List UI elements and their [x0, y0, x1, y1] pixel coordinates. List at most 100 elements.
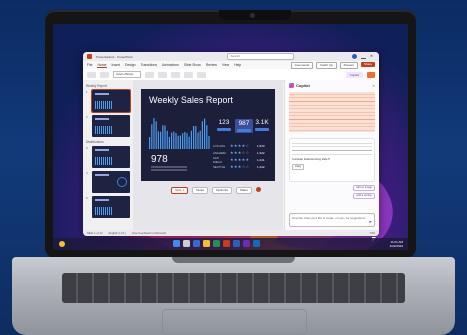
stat-value: 987 — [238, 120, 250, 127]
teams-icon[interactable] — [243, 240, 250, 247]
align-icon[interactable] — [158, 71, 167, 78]
stat-3: 3.1K — [255, 119, 269, 131]
slide-title[interactable]: Weekly Sales Report — [149, 95, 233, 105]
avatar[interactable] — [352, 54, 357, 59]
suggestion-list: Add an image Add a section — [289, 185, 375, 199]
thumbnail[interactable]: 4 — [86, 171, 130, 193]
search-icon[interactable] — [183, 240, 190, 247]
feedback-link[interactable]: Give Feedback to Microsoft — [132, 230, 166, 236]
slide-chart-bar — [166, 130, 168, 149]
stat-pill — [237, 129, 251, 132]
search-input[interactable]: Search — [226, 53, 294, 60]
slide[interactable]: Weekly Sales Report 978 123 987 3.1K LOS… — [141, 89, 275, 181]
present-button[interactable]: Present — [339, 61, 358, 69]
menu-animations[interactable]: Animations — [162, 63, 179, 67]
slide-chart-bar — [155, 121, 157, 149]
share-button[interactable]: Share — [360, 61, 375, 67]
copilot-icon — [289, 83, 294, 88]
slide-chart-bar — [204, 118, 206, 149]
word-icon[interactable] — [233, 240, 240, 247]
comments-button[interactable]: Comments — [290, 61, 314, 69]
thumbnail[interactable]: 5 — [86, 196, 130, 218]
bold-icon[interactable] — [145, 71, 154, 78]
copilot-ribbon-button[interactable]: Copilot — [345, 71, 363, 78]
excel-icon[interactable] — [213, 240, 220, 247]
region-table: LOS ANG ★★★★☆ 1,543 ANAHEIM ★★★☆☆ 1,332 SAN … — [213, 142, 269, 170]
slide-button[interactable]: Slide 1 — [171, 187, 189, 194]
slide-chart-bar — [197, 132, 199, 149]
record-icon[interactable] — [255, 187, 261, 192]
thumb-number: 3 — [86, 146, 88, 150]
zoom-level[interactable]: 74% — [369, 230, 375, 236]
menu-slideshow[interactable]: Slide Show — [184, 63, 201, 67]
rating-stars: ★★★★☆ — [230, 143, 250, 148]
menu-review[interactable]: Review — [206, 63, 217, 67]
taskbar-apps — [173, 240, 260, 247]
webcam-bar — [219, 10, 291, 20]
copy-button[interactable]: Copy — [292, 164, 305, 170]
menu-view[interactable]: View — [222, 63, 229, 67]
slide-chart-bar — [199, 130, 201, 149]
slide-chart-bar — [151, 124, 153, 149]
arrange-icon[interactable] — [184, 71, 193, 78]
section-header[interactable]: Distributions — [86, 140, 130, 144]
menu-insert[interactable]: Insert — [112, 63, 120, 67]
thumbnail[interactable]: 3 — [86, 146, 130, 168]
weather-icon[interactable] — [59, 241, 65, 247]
suggestion-chip[interactable]: Add an image — [352, 185, 375, 191]
edge-icon[interactable] — [193, 240, 200, 247]
slide-chart-bar — [179, 135, 181, 149]
powerpoint-icon — [87, 54, 92, 59]
menu-file[interactable]: File — [87, 63, 92, 67]
table-row: LOS ANG ★★★★☆ 1,543 — [213, 142, 269, 149]
notes-button[interactable]: Notes — [192, 187, 209, 194]
copilot-input[interactable]: Describe what you'd like to create, or t… — [289, 213, 375, 227]
folder-icon[interactable] — [203, 240, 210, 247]
optimize-button[interactable]: Optimize — [212, 187, 232, 194]
close-icon[interactable]: ✕ — [370, 54, 375, 58]
slide-chart-bar — [157, 131, 159, 149]
shapes-icon[interactable] — [171, 71, 180, 78]
slide-chart-bar — [149, 137, 151, 149]
menu-help[interactable]: Help — [234, 63, 241, 67]
system-tray[interactable]: 11:01 AM 4/22/2024 — [390, 240, 403, 248]
catch-up-button[interactable]: Catch Up — [316, 61, 337, 69]
share-slide-button[interactable]: Share — [235, 187, 252, 194]
suggestion-chip[interactable]: Add a section — [353, 193, 375, 199]
record-button[interactable] — [367, 71, 375, 78]
start-icon[interactable] — [173, 240, 180, 247]
thumb-image[interactable] — [91, 89, 131, 113]
menu-design[interactable]: Design — [125, 63, 136, 67]
slide-chart-bar — [195, 126, 197, 149]
thumbnail[interactable]: 1 — [86, 89, 131, 113]
slide-count: Slide 1 of 12 — [87, 231, 103, 235]
slide-chart-bar — [184, 131, 186, 149]
powerpoint-taskbar-icon[interactable] — [223, 240, 230, 247]
title-bar: Presentation1 - PowerPoint Search ✕ — [83, 52, 379, 61]
new-slide-icon[interactable] — [100, 71, 109, 78]
send-icon[interactable]: ➤ — [369, 219, 372, 224]
thumbnail[interactable]: 2 — [86, 115, 130, 137]
minimize-icon[interactable] — [361, 55, 366, 59]
thumb-image[interactable] — [92, 171, 130, 193]
designer-icon[interactable] — [197, 71, 206, 78]
menu-transitions[interactable]: Transitions — [141, 63, 157, 67]
laptop-screen: Presentation1 - PowerPoint Search ✕ File… — [53, 24, 408, 250]
slide-chart-bar — [208, 135, 210, 149]
font-select[interactable]: Aptos (Body) — [113, 71, 141, 78]
close-icon[interactable]: ✕ — [372, 84, 375, 88]
outlook-icon[interactable] — [253, 240, 260, 247]
thumb-image[interactable] — [92, 115, 130, 137]
thumb-image[interactable] — [92, 146, 130, 168]
menu-home[interactable]: Home — [97, 63, 107, 68]
taskbar: 11:01 AM 4/22/2024 — [53, 238, 408, 250]
language[interactable]: English (U.S.) — [109, 230, 126, 236]
section-header[interactable]: Weekly Report — [86, 84, 130, 88]
copilot-header: Copilot ✕ — [289, 83, 375, 88]
paste-icon[interactable] — [87, 71, 96, 78]
keyboard — [62, 273, 405, 303]
thumb-image[interactable] — [92, 196, 130, 218]
row-value: 1,543 — [257, 143, 265, 148]
row-label: SEATTLE — [213, 164, 226, 169]
workspace: Weekly Report 1 2 Distributions 3 4 5 We… — [83, 80, 379, 236]
